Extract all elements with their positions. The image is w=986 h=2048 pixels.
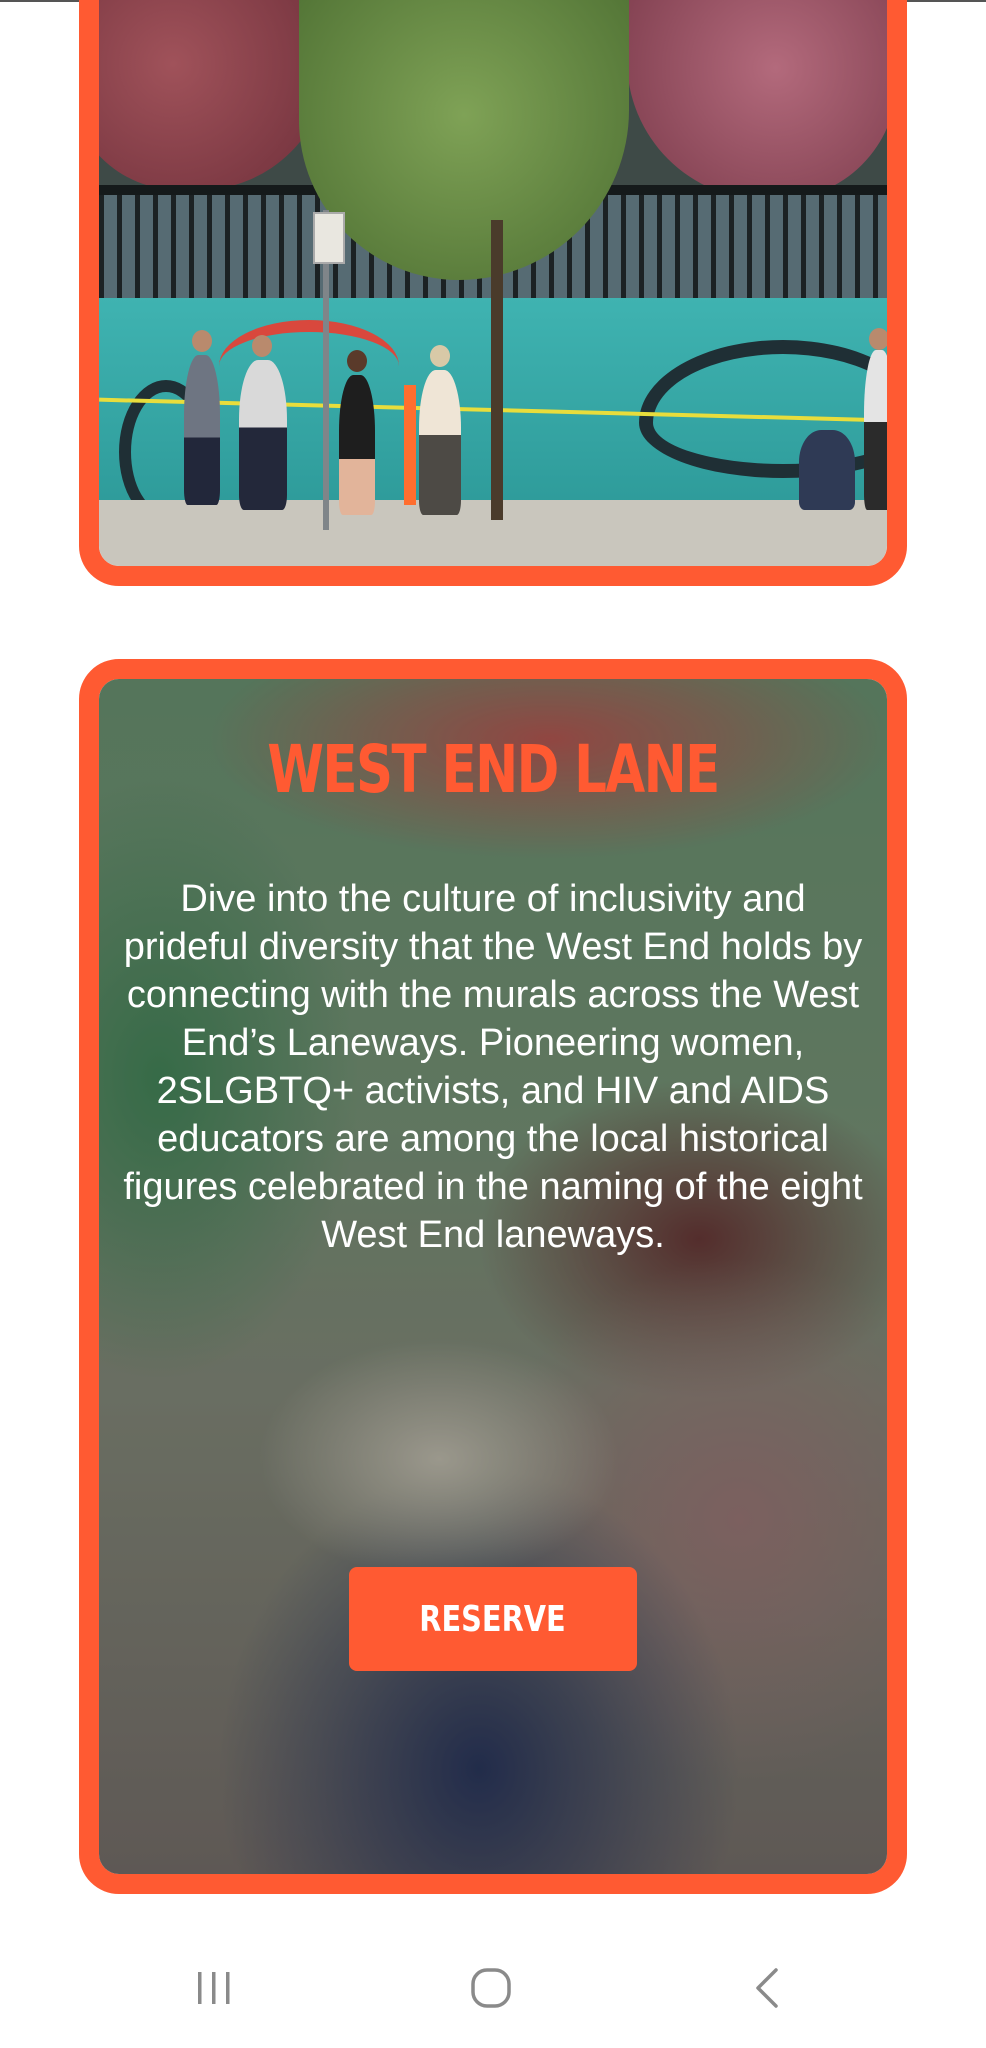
person	[419, 370, 461, 515]
person	[184, 355, 220, 505]
west-end-lane-card: WEST END LANE Dive into the culture of i…	[79, 659, 907, 1894]
reserve-button[interactable]: RESERVE	[349, 1567, 637, 1671]
back-button[interactable]	[728, 1956, 808, 2020]
person	[239, 360, 287, 510]
back-icon	[756, 1968, 778, 2008]
street-sign	[313, 212, 345, 264]
home-icon	[471, 1968, 511, 2008]
card-description: Dive into the culture of inclusivity and…	[123, 878, 863, 1256]
home-button[interactable]	[451, 1956, 531, 2020]
system-navigation-bar	[0, 1930, 986, 2048]
background-overlay	[99, 679, 887, 1874]
mural-photo-card[interactable]	[79, 0, 907, 586]
person	[864, 350, 887, 510]
recent-apps-button[interactable]	[174, 1956, 254, 2020]
person	[799, 430, 855, 510]
mural-painting-photo	[99, 0, 887, 566]
person	[339, 375, 375, 515]
recent-apps-icon	[198, 1972, 230, 2004]
reserve-button-label: RESERVE	[419, 1598, 567, 1640]
card-title: WEST END LANE	[267, 731, 720, 808]
